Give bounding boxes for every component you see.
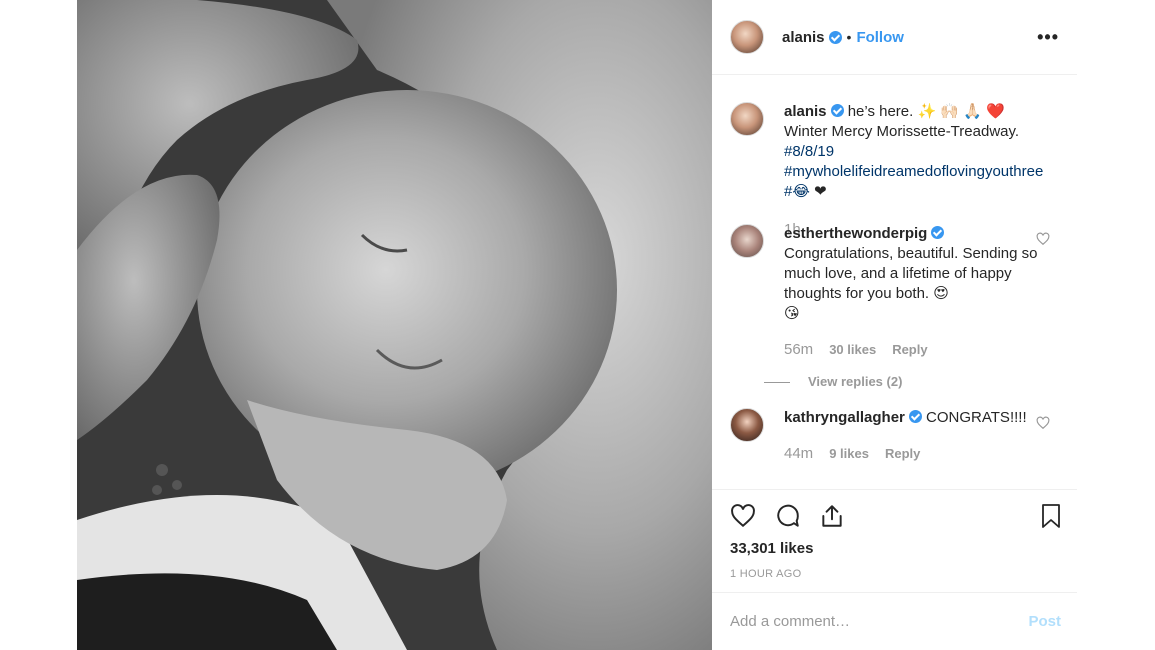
hashtag-date[interactable]: #8/8/19 <box>784 143 834 160</box>
follow-button[interactable]: Follow <box>856 29 904 46</box>
comments-list[interactable]: alanis he’s here. ✨ 🙌🏻 🙏🏻 ❤️ Winter Merc… <box>712 76 1077 490</box>
save-bookmark-icon[interactable] <box>1039 503 1063 529</box>
separator-dot: • <box>846 29 852 45</box>
share-icon[interactable] <box>819 503 845 529</box>
comment-time[interactable]: 44m <box>784 444 813 464</box>
baby-photo-image <box>77 0 712 650</box>
comment-meta: 56m 30 likes Reply <box>784 340 1049 360</box>
comment-likes[interactable]: 9 likes <box>829 444 869 464</box>
comment-meta: 44m 9 likes Reply <box>784 444 1049 464</box>
like-heart-icon[interactable] <box>730 503 756 529</box>
reply-button[interactable]: Reply <box>885 444 920 464</box>
add-comment-bar: Post <box>712 592 1077 650</box>
comment-time[interactable]: 56m <box>784 340 813 360</box>
verified-badge-icon <box>908 410 922 423</box>
verified-badge-icon <box>828 30 842 44</box>
comment-item: estherthewonderpig Congratulations, beau… <box>730 224 1070 392</box>
commenter-avatar[interactable] <box>730 408 764 442</box>
comment-input[interactable] <box>730 613 1029 630</box>
comment-likes[interactable]: 30 likes <box>829 340 876 360</box>
reply-button[interactable]: Reply <box>892 340 927 360</box>
comment-text: Congratulations, beautiful. Sending so m… <box>784 245 1038 302</box>
caption-username[interactable]: alanis <box>784 103 827 120</box>
caption-heart: ❤ <box>809 183 827 200</box>
hashtag-mywholelife[interactable]: #mywholelifeidreamedoflovingyouthree <box>784 163 1043 180</box>
author-username[interactable]: alanis <box>782 29 825 46</box>
view-replies-button[interactable]: View replies (2) <box>764 372 1049 392</box>
commenter-avatar[interactable] <box>730 224 764 258</box>
comment-body: kathryngallagher CONGRATS!!!! 44m 9 like… <box>784 408 1049 464</box>
replies-divider-line <box>764 381 790 383</box>
comment-username[interactable]: estherthewonderpig <box>784 225 927 242</box>
comment-text-line2: 😘 <box>784 305 800 322</box>
comment-bubble-icon[interactable] <box>775 503 801 529</box>
caption-avatar[interactable] <box>730 102 764 136</box>
like-comment-heart-icon[interactable] <box>1036 232 1050 246</box>
comment-text: CONGRATS!!!! <box>926 409 1027 426</box>
likes-count[interactable]: 33,301 likes <box>730 540 813 557</box>
post-header: alanis • Follow ••• <box>712 0 1077 75</box>
verified-badge-icon <box>931 226 945 239</box>
comment-username[interactable]: kathryngallagher <box>784 409 905 426</box>
hashtag-emoji[interactable]: #😂 <box>784 183 810 200</box>
comment-body: estherthewonderpig Congratulations, beau… <box>764 224 1049 392</box>
caption-item: alanis he’s here. ✨ 🙌🏻 🙏🏻 ❤️ Winter Merc… <box>730 102 1070 240</box>
like-comment-heart-icon[interactable] <box>1036 416 1050 430</box>
post-timestamp[interactable]: 1 HOUR AGO <box>730 568 801 580</box>
post-comment-button[interactable]: Post <box>1028 613 1061 630</box>
caption-body: alanis he’s here. ✨ 🙌🏻 🙏🏻 ❤️ Winter Merc… <box>784 102 1049 240</box>
author-avatar[interactable] <box>730 20 764 54</box>
post-photo[interactable] <box>77 0 712 650</box>
view-replies-label: View replies (2) <box>808 374 903 389</box>
post-actions-bar <box>712 500 1077 536</box>
comment-item: kathryngallagher CONGRATS!!!! 44m 9 like… <box>730 408 1070 464</box>
post-side-panel: alanis • Follow ••• alanis he’s here. ✨ … <box>712 0 1077 650</box>
verified-badge-icon <box>830 104 844 117</box>
more-options-icon[interactable]: ••• <box>1037 27 1059 48</box>
